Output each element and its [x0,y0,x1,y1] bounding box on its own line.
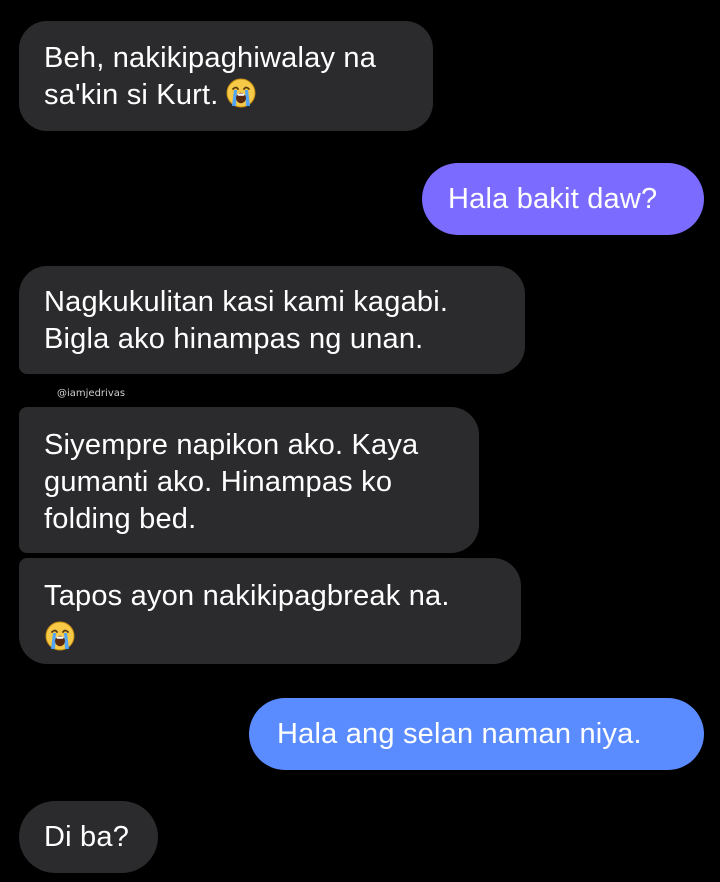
message-text: Tapos ayon nakikipagbreak na. [44,580,450,612]
message-text: Nagkukulitan kasi kami kagabi. [44,286,449,318]
message-bubble-incoming[interactable]: Siyempre napikon ako. Kaya gumanti ako. … [19,407,479,553]
message-text: gumanti ako. Hinampas ko [44,466,393,498]
message-text: folding bed. [44,503,197,535]
message-text: Siyempre napikon ako. Kaya [44,429,419,461]
message-bubble-outgoing[interactable]: Hala bakit daw? [422,163,704,235]
crying-face-icon [225,77,257,109]
crying-face-icon [44,620,76,652]
message-bubble-incoming[interactable]: Beh, nakikipaghiwalay na sa'kin si Kurt. [19,21,433,131]
message-text: Hala bakit daw? [448,183,658,215]
message-bubble-incoming[interactable]: Tapos ayon nakikipagbreak na. [19,558,521,664]
message-text: sa'kin si Kurt. [44,79,219,111]
message-text: Hala ang selan naman niya. [277,718,642,750]
message-bubble-incoming[interactable]: Nagkukulitan kasi kami kagabi. Bigla ako… [19,266,525,374]
message-text: Di ba? [44,821,130,853]
chat-thread: Beh, nakikipaghiwalay na sa'kin si Kurt.… [0,0,720,882]
message-text: Beh, nakikipaghiwalay na [44,42,377,74]
message-bubble-outgoing[interactable]: Hala ang selan naman niya. [249,698,704,770]
watermark: @iamjedrivas [57,388,126,399]
message-text: Bigla ako hinampas ng unan. [44,323,424,355]
message-bubble-incoming[interactable]: Di ba? [19,801,158,873]
